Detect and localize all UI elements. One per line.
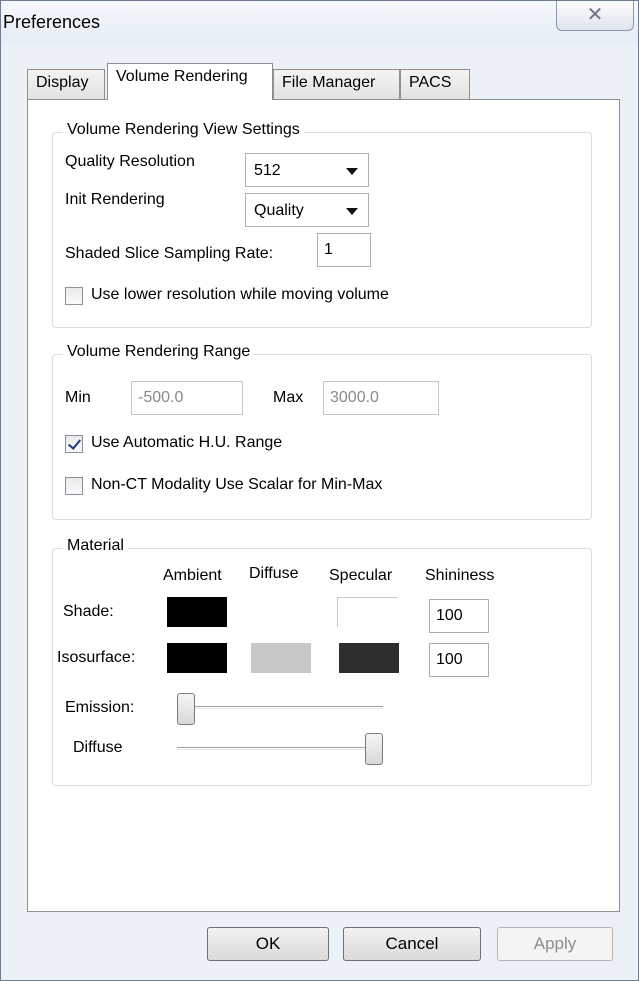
ambient-column-header: Ambient: [163, 567, 222, 584]
shade-shininess-input[interactable]: 100: [429, 599, 489, 633]
emission-slider-track[interactable]: [177, 706, 383, 709]
isosurface-shininess-input[interactable]: 100: [429, 643, 489, 677]
min-input[interactable]: -500.0: [131, 381, 243, 415]
shade-specular-swatch[interactable]: [337, 597, 397, 627]
isosurface-label: Isosurface:: [57, 649, 136, 666]
diffuse-slider-thumb[interactable]: [365, 733, 383, 765]
init-rendering-value: Quality: [254, 202, 304, 219]
quality-resolution-dropdown[interactable]: 512: [245, 153, 369, 187]
sampling-rate-label: Shaded Slice Sampling Rate:: [65, 245, 274, 262]
rendering-range-legend: Volume Rendering Range: [63, 343, 255, 361]
isosurface-specular-swatch[interactable]: [339, 643, 399, 673]
view-settings-group: Volume Rendering View Settings Quality R…: [52, 121, 592, 328]
init-rendering-label: Init Rendering: [65, 191, 165, 208]
tab-display[interactable]: Display: [27, 69, 105, 99]
lower-resolution-label: Use lower resolution while moving volume: [91, 286, 389, 303]
init-rendering-dropdown[interactable]: Quality: [245, 193, 369, 227]
sampling-rate-input[interactable]: 1: [317, 233, 371, 267]
shade-label: Shade:: [63, 603, 114, 620]
tab-file-manager[interactable]: File Manager: [273, 69, 400, 99]
auto-hu-range-label: Use Automatic H.U. Range: [91, 434, 283, 451]
isosurface-diffuse-swatch[interactable]: [251, 643, 311, 673]
shininess-column-header: Shininess: [425, 567, 495, 584]
tab-volume-rendering[interactable]: Volume Rendering: [107, 63, 273, 100]
emission-label: Emission:: [65, 699, 135, 716]
max-input[interactable]: 3000.0: [323, 381, 439, 415]
non-ct-scalar-label: Non-CT Modality Use Scalar for Min-Max: [91, 476, 383, 493]
lower-resolution-checkbox[interactable]: [65, 287, 83, 305]
view-settings-legend: Volume Rendering View Settings: [63, 121, 304, 139]
tab-pacs[interactable]: PACS: [400, 69, 470, 99]
preferences-window: Preferences ✕ Display Volume Rendering F…: [0, 0, 639, 981]
non-ct-scalar-checkbox[interactable]: [65, 477, 83, 495]
auto-hu-range-checkbox[interactable]: [65, 435, 83, 453]
material-group: Material Ambient Diffuse Specular Shinin…: [52, 537, 592, 786]
window-title: Preferences: [3, 12, 101, 32]
diffuse-slider-track[interactable]: [177, 747, 383, 750]
diffuse-column-header: Diffuse: [249, 565, 299, 582]
cancel-button[interactable]: Cancel: [343, 927, 481, 961]
specular-column-header: Specular: [329, 567, 393, 584]
close-button[interactable]: ✕: [556, 1, 634, 31]
quality-resolution-value: 512: [254, 162, 281, 179]
max-label: Max: [273, 389, 304, 406]
quality-resolution-label: Quality Resolution: [65, 153, 195, 170]
chevron-down-icon: [346, 168, 358, 175]
title-bar: Preferences ✕: [1, 1, 638, 43]
apply-button[interactable]: Apply: [497, 927, 613, 961]
isosurface-ambient-swatch[interactable]: [167, 643, 227, 673]
material-legend: Material: [63, 537, 128, 555]
min-label: Min: [65, 389, 91, 406]
ok-button[interactable]: OK: [207, 927, 329, 961]
volume-rendering-panel: Volume Rendering View Settings Quality R…: [27, 99, 620, 912]
rendering-range-group: Volume Rendering Range Min -500.0 Max 30…: [52, 343, 592, 520]
diffuse-slider-label: Diffuse: [73, 739, 123, 756]
shade-ambient-swatch[interactable]: [167, 597, 227, 627]
close-icon: ✕: [586, 4, 604, 26]
emission-slider-thumb[interactable]: [177, 693, 195, 725]
chevron-down-icon: [346, 208, 358, 215]
